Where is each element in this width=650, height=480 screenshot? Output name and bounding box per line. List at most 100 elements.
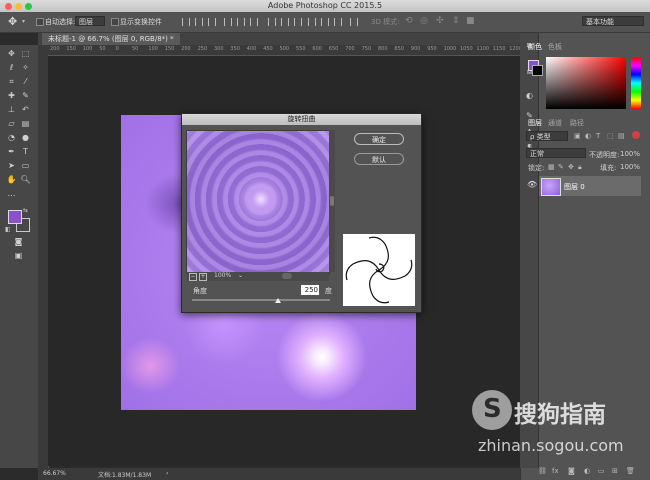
lasso-tool-icon[interactable]: ℓ — [6, 63, 17, 73]
chevron-right-icon[interactable]: › — [166, 470, 168, 477]
path-selection-tool-icon[interactable]: ➤ — [6, 161, 17, 171]
clone-stamp-tool-icon[interactable]: ⊥ — [6, 105, 17, 115]
new-group-icon[interactable]: ▭ — [598, 467, 605, 475]
opacity-value[interactable]: 100% — [620, 150, 640, 158]
align-hcenter-icon[interactable] — [237, 18, 245, 26]
ok-button[interactable]: 确定 — [354, 133, 404, 145]
eyedropper-tool-icon[interactable]: ⁄ — [20, 77, 31, 87]
distribute-top-icon[interactable] — [268, 18, 276, 26]
auto-select-checkbox[interactable] — [36, 18, 44, 26]
lock-position-icon[interactable]: ✥ — [568, 163, 574, 171]
layer-kind-filter[interactable]: ρ 类型 — [526, 131, 568, 141]
move-tool-icon[interactable]: ✥ — [6, 49, 17, 59]
screen-mode-icon[interactable]: ▣ — [13, 251, 24, 261]
preview-scrollbar[interactable] — [329, 130, 335, 272]
filter-pixel-icon[interactable]: ▣ — [574, 132, 581, 140]
fx-icon[interactable]: fx — [552, 467, 559, 475]
workspace-dropdown[interactable]: 基本功能 — [582, 16, 644, 26]
filter-adjustment-icon[interactable]: ◐ — [585, 132, 591, 140]
3d-roll-icon[interactable]: ◎ — [420, 16, 428, 26]
align-vcenter-icon[interactable] — [195, 18, 203, 26]
foreground-color-swatch[interactable] — [8, 210, 22, 224]
trash-icon[interactable]: 🗑︎ — [626, 467, 635, 475]
zoom-tool-icon[interactable]: 🔍︎ — [20, 175, 31, 185]
hand-tool-icon[interactable]: ✋ — [6, 175, 17, 185]
auto-select-dropdown[interactable]: 图层 — [75, 16, 105, 26]
chevron-down-icon[interactable]: ▾ — [22, 18, 25, 25]
watermark-brand: 搜狗指南 — [514, 402, 606, 428]
link-layers-icon[interactable]: ⛓ — [538, 467, 547, 475]
align-top-icon[interactable] — [182, 18, 190, 26]
magic-wand-tool-icon[interactable]: ✧ — [20, 63, 31, 73]
angle-slider-thumb[interactable] — [275, 298, 282, 303]
filter-shape-icon[interactable]: ⬚ — [607, 132, 614, 140]
lock-pixels-icon[interactable]: ✎ — [558, 163, 564, 171]
distribute-bottom-icon[interactable] — [294, 18, 302, 26]
lock-transparency-icon[interactable]: ▦ — [548, 163, 555, 171]
new-layer-icon[interactable]: ⊞ — [612, 467, 618, 475]
pen-tool-icon[interactable]: ✒ — [6, 147, 17, 157]
crop-tool-icon[interactable]: ⌗ — [6, 77, 17, 87]
eye-icon[interactable]: 👁︎ — [527, 180, 537, 189]
distribute-hcenter-icon[interactable] — [321, 18, 329, 26]
zoom-in-button[interactable]: + — [199, 273, 207, 281]
dodge-tool-icon[interactable]: ● — [20, 133, 31, 143]
adjustments-panel-icon[interactable]: ◐ — [524, 91, 535, 101]
lock-all-icon[interactable]: 🔒︎ — [578, 163, 582, 172]
fill-value[interactable]: 100% — [620, 163, 640, 171]
tab-swatches[interactable]: 色板 — [548, 42, 562, 52]
healing-brush-tool-icon[interactable]: ✚ — [6, 91, 17, 101]
move-tool-icon[interactable]: ✥ — [8, 15, 17, 28]
shape-tool-icon[interactable]: ▭ — [20, 161, 31, 171]
hue-slider[interactable] — [631, 57, 641, 109]
eraser-tool-icon[interactable]: ▱ — [6, 119, 17, 129]
history-brush-tool-icon[interactable]: ↶ — [20, 105, 31, 115]
align-left-icon[interactable] — [224, 18, 232, 26]
filter-preview[interactable] — [186, 130, 330, 274]
angle-input[interactable]: 250 — [301, 285, 319, 295]
filter-smart-object-icon[interactable]: ▤ — [618, 132, 625, 140]
preview-zoom-value[interactable]: 100% — [214, 272, 231, 279]
tab-channels[interactable]: 通道 — [548, 118, 562, 128]
layer-name[interactable]: 图层 0 — [564, 182, 585, 192]
3d-scale-icon[interactable]: ■ — [466, 16, 475, 26]
tab-layers[interactable]: 图层 — [528, 118, 542, 128]
auto-align-icon[interactable] — [350, 18, 358, 26]
more-tools-icon[interactable]: … — [6, 189, 17, 199]
layer-mask-icon[interactable]: ◙ — [568, 467, 575, 475]
filter-toggle-icon[interactable] — [632, 131, 640, 139]
zoom-out-button[interactable]: − — [189, 273, 197, 281]
type-tool-icon[interactable]: T — [20, 147, 31, 157]
filter-type-icon[interactable]: T — [596, 132, 600, 140]
brush-tool-icon[interactable]: ✎ — [20, 91, 31, 101]
align-bottom-icon[interactable] — [208, 18, 216, 26]
blend-mode-dropdown[interactable]: 正常 — [526, 148, 586, 158]
default-button[interactable]: 默认 — [354, 153, 404, 165]
distribute-left-icon[interactable] — [308, 18, 316, 26]
color-picker-field[interactable] — [546, 57, 626, 109]
color-panel-background[interactable] — [532, 65, 543, 76]
3d-slide-icon[interactable]: ⇕ — [452, 16, 460, 26]
marquee-tool-icon[interactable]: ⬚ — [20, 49, 31, 59]
adjustment-layer-icon[interactable]: ◐ — [584, 467, 590, 475]
chevron-down-icon[interactable]: ⌄ — [238, 272, 243, 279]
show-transform-checkbox[interactable] — [111, 18, 119, 26]
layer-thumbnail[interactable] — [541, 178, 561, 196]
distribute-right-icon[interactable] — [334, 18, 342, 26]
align-right-icon[interactable] — [250, 18, 258, 26]
preview-hscroll-thumb[interactable] — [282, 273, 292, 279]
blur-tool-icon[interactable]: ◔ — [6, 133, 17, 143]
angle-slider-track[interactable] — [192, 299, 330, 301]
ruler-tick-label: 250 — [197, 46, 208, 52]
document-tab[interactable]: 未标题-1 @ 66.7% (图层 0, RGB/8*) * — [42, 33, 180, 45]
tab-paths[interactable]: 路径 — [570, 118, 584, 128]
zoom-level[interactable]: 66.67% — [43, 470, 66, 477]
quick-mask-icon[interactable]: ◙ — [13, 237, 24, 247]
default-colors-icon[interactable]: ◧ — [5, 226, 11, 233]
gradient-tool-icon[interactable]: ▤ — [20, 119, 31, 129]
3d-rotate-icon[interactable]: ⟲ — [405, 16, 413, 26]
tab-color[interactable]: 颜色 — [528, 42, 542, 52]
swap-colors-icon[interactable]: ⇆ — [23, 207, 28, 214]
3d-drag-icon[interactable]: ✣ — [436, 16, 444, 26]
distribute-vcenter-icon[interactable] — [281, 18, 289, 26]
